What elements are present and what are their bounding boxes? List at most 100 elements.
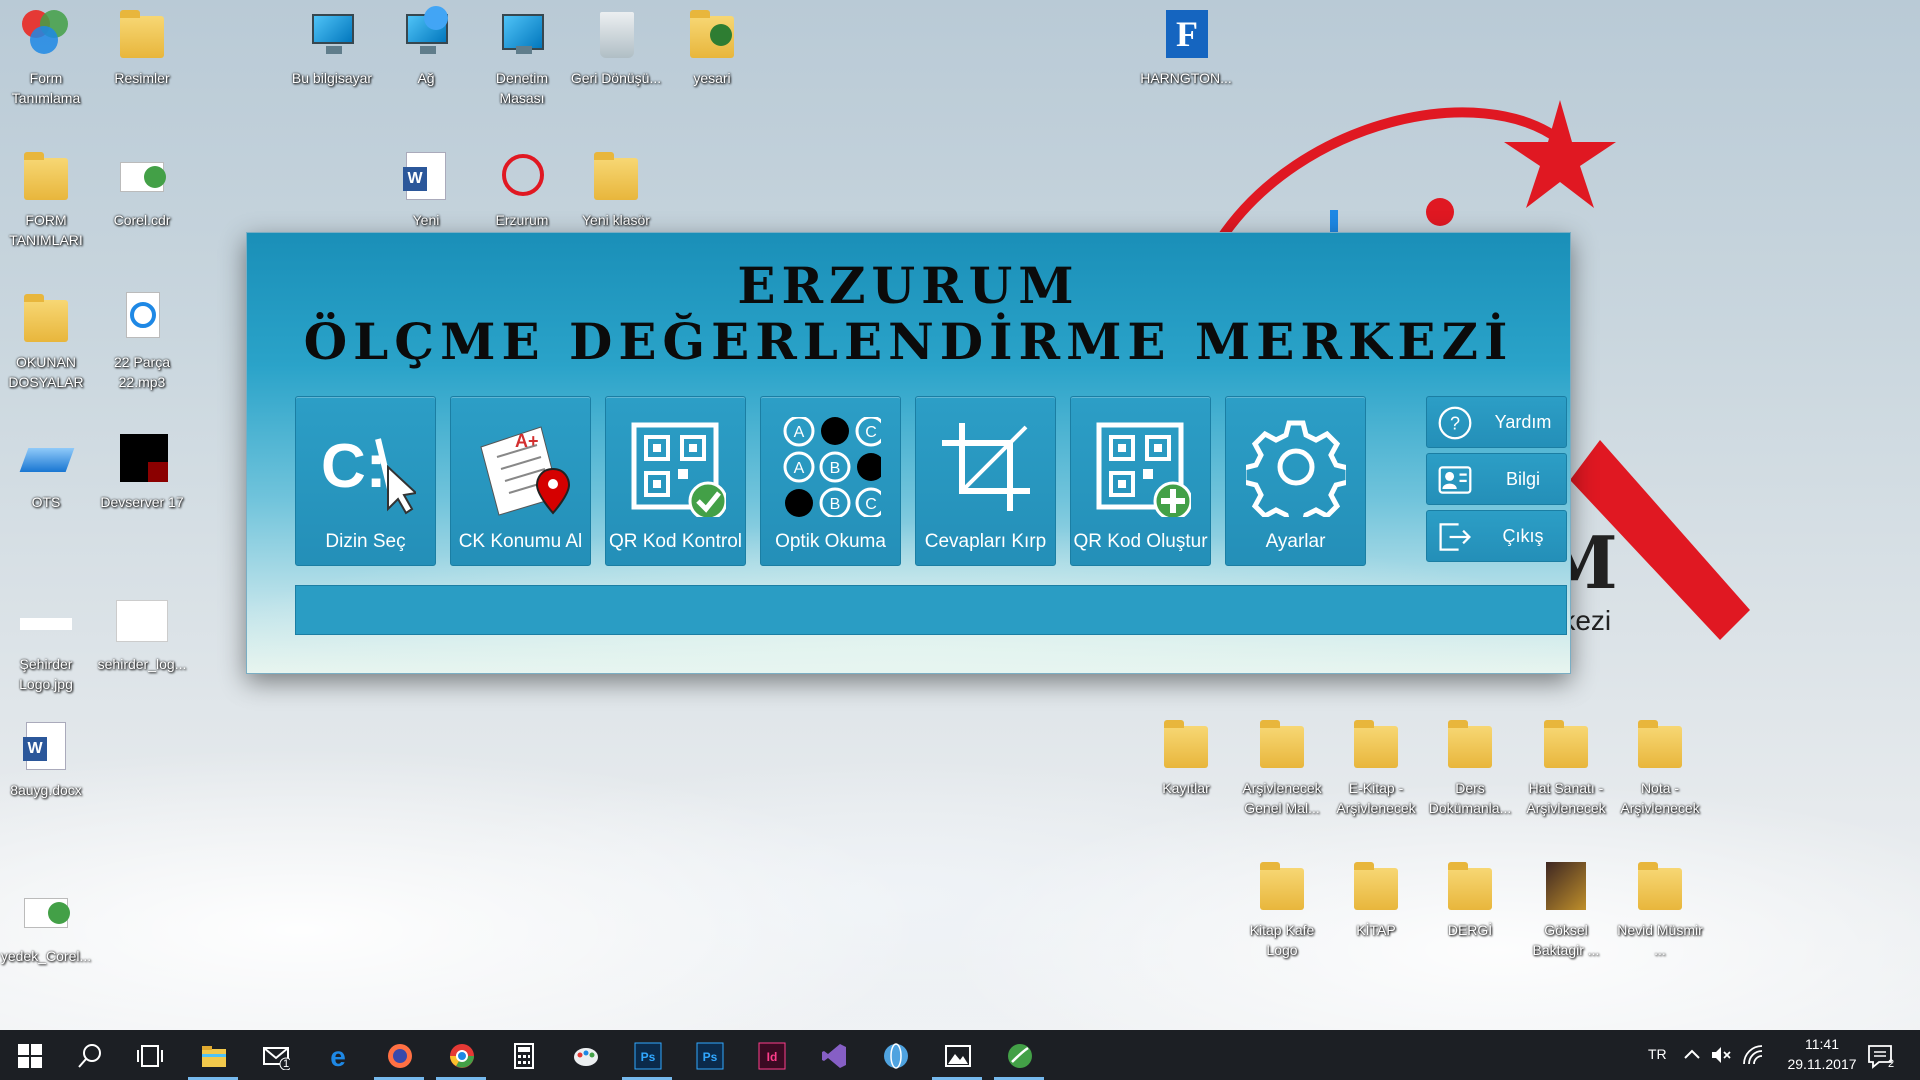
desktop-icon-yedek-corel[interactable]: yedek_Corel... [0, 884, 92, 966]
folder-icon [1254, 716, 1310, 772]
status-bar [295, 585, 1567, 635]
taskbar-photoshop-2[interactable]: Ps [680, 1030, 738, 1080]
folder-icon [1348, 716, 1404, 772]
desktop-icon-dergi[interactable]: DERGİ [1424, 858, 1516, 940]
yardim-button[interactable]: ? Yardım [1426, 396, 1567, 448]
desktop-icon-network[interactable]: Ağ [380, 6, 472, 88]
info-card-icon [1438, 466, 1472, 494]
globe-icon [884, 1043, 908, 1069]
ayarlar-button[interactable]: Ayarlar [1225, 396, 1366, 566]
indesign-icon: Id [758, 1042, 786, 1070]
photoshop-icon: Ps [634, 1042, 662, 1070]
desktop-icon-ots[interactable]: OTS [0, 430, 92, 512]
desktop-icon-user-folder[interactable]: yesari [666, 6, 758, 88]
qr-kod-kontrol-button[interactable]: QR Kod Kontrol [605, 396, 746, 566]
desktop-icon-kitap[interactable]: KİTAP [1330, 858, 1422, 940]
chrome-icon [450, 1044, 474, 1068]
desktop-icon-arsivlenecek-genel[interactable]: Arşivlenecek Genel Mal... [1236, 716, 1328, 818]
taskbar-firefox[interactable] [370, 1030, 428, 1080]
desktop-icon-kitap-kafe[interactable]: Kitap Kafe Logo [1236, 858, 1328, 960]
desktop-icon-control-panel[interactable]: Denetim Masası [476, 6, 568, 108]
ck-konumu-al-button[interactable]: A+ CK Konumu Al [450, 396, 591, 566]
desktop-icon-hat-sanati[interactable]: Hat Sanatı - Arşivlenecek [1520, 716, 1612, 818]
taskbar-photoshop[interactable]: Ps [618, 1030, 676, 1080]
taskbar-paint[interactable] [556, 1030, 614, 1080]
taskbar-visual-studio[interactable] [804, 1030, 862, 1080]
volume-muted-icon[interactable] [1710, 1044, 1732, 1066]
desktop-icon-yeni-doc[interactable]: Yeni [380, 148, 472, 230]
calculator-icon [514, 1043, 534, 1069]
mail-badge: 1 [283, 1058, 290, 1070]
desktop-icon-e-kitap[interactable]: E-Kitap - Arşivlenecek [1330, 716, 1422, 818]
image-file-icon [114, 592, 170, 648]
optik-okuma-button[interactable]: A C A B B C Optik Okuma [760, 396, 901, 566]
taskbar-calculator[interactable] [494, 1030, 552, 1080]
language-indicator[interactable]: TR [1648, 1046, 1667, 1062]
desktop-icon-goksel[interactable]: Göksel Baktagir ... [1520, 858, 1612, 960]
taskbar-search-button[interactable] [60, 1030, 118, 1080]
optical-bubbles-icon: A C A B B C [783, 417, 881, 517]
erzurum-logo-icon [494, 148, 550, 204]
svg-text:e: e [330, 1042, 346, 1070]
taskbar-corel[interactable] [990, 1030, 1048, 1080]
cevaplari-kirp-button[interactable]: Cevapları Kırp [915, 396, 1056, 566]
dizin-sec-button[interactable]: C: Dizin Seç [295, 396, 436, 566]
task-view-button[interactable] [120, 1030, 178, 1080]
taskbar-network-tool[interactable] [866, 1030, 924, 1080]
wifi-icon[interactable] [1742, 1044, 1764, 1066]
firefox-icon [388, 1044, 412, 1068]
taskbar-indesign[interactable]: Id [742, 1030, 800, 1080]
font-app-icon: F [1158, 6, 1214, 62]
desktop-icon-okunan-dosyalar[interactable]: OKUNAN DOSYALAR [0, 290, 92, 392]
folder-icon [1632, 858, 1688, 914]
taskbar-file-explorer[interactable] [184, 1030, 242, 1080]
desktop-icon-harngton[interactable]: F HARNGTON... [1140, 6, 1232, 88]
desktop-icon-8auyg-docx[interactable]: 8auyg.docx [0, 718, 92, 800]
scanner-icon [18, 430, 75, 486]
desktop-icon-devserver[interactable]: Devserver 17 [96, 430, 188, 512]
cikis-button[interactable]: Çıkış [1426, 510, 1567, 562]
form-app-icon [18, 6, 74, 62]
desktop-icon-sehirder-jpg[interactable]: Şehirder Logo.jpg [0, 592, 92, 694]
desktop-icon-mp3[interactable]: 22 Parça 22.mp3 [96, 290, 188, 392]
folder-icon [1158, 716, 1214, 772]
desktop-icon-erzurum[interactable]: Erzurum [476, 148, 568, 230]
word-doc-icon [398, 148, 454, 204]
desktop-icon-yeni-klasor[interactable]: Yeni klasör [570, 148, 662, 230]
svg-text:B: B [830, 496, 841, 513]
svg-text:A: A [794, 460, 805, 477]
desktop-icon-sehirder-log[interactable]: sehirder_log... [96, 592, 188, 674]
taskbar-photos[interactable] [928, 1030, 986, 1080]
desktop-icon-recycle-bin[interactable]: Geri Dönüşü... [570, 6, 662, 88]
desktop-icon-nota[interactable]: Nota - Arşivlenecek [1614, 716, 1706, 818]
crop-icon [942, 423, 1030, 511]
taskbar-chrome[interactable] [432, 1030, 490, 1080]
file-explorer-icon [202, 1046, 226, 1067]
photoshop-icon: Ps [696, 1042, 724, 1070]
folder-icon [1632, 716, 1688, 772]
desktop-icon-kayitlar[interactable]: Kayıtlar [1140, 716, 1232, 798]
taskbar-mail[interactable]: 1 [246, 1030, 304, 1080]
desktop-icon-form-tanimlari[interactable]: FORM TANIMLARI [0, 148, 92, 250]
clock[interactable]: 11:41 29.11.2017 [1774, 1034, 1870, 1076]
start-button[interactable] [0, 1030, 58, 1080]
help-icon: ? [1438, 406, 1472, 440]
desktop-icon-ders-dokumanlari[interactable]: Ders Dokümanla... [1424, 716, 1516, 818]
desktop-icon-this-pc[interactable]: Bu bilgisayar [286, 6, 378, 88]
desktop-icon-corel-cdr[interactable]: Corel.cdr [96, 148, 188, 230]
folder-icon [18, 148, 74, 204]
word-doc-icon [18, 718, 74, 774]
notification-count: 2 [1888, 1058, 1895, 1070]
desktop-icon-resimler[interactable]: Resimler [96, 6, 188, 88]
taskbar-edge[interactable]: e [308, 1030, 366, 1080]
album-folder-icon [1538, 858, 1594, 914]
qr-kod-olustur-button[interactable]: QR Kod Oluştur [1070, 396, 1211, 566]
clock-time: 11:41 [1805, 1036, 1839, 1052]
chevron-up-icon[interactable] [1682, 1046, 1702, 1064]
corel-icon [1008, 1044, 1032, 1068]
photos-icon [945, 1045, 971, 1067]
desktop-icon-form-tanimlama[interactable]: Form Tanımlama [0, 6, 92, 108]
bilgi-button[interactable]: Bilgi [1426, 453, 1567, 505]
svg-text:Id: Id [767, 1050, 778, 1064]
desktop-icon-nevid[interactable]: Nevid Müsmir ... [1614, 858, 1706, 960]
